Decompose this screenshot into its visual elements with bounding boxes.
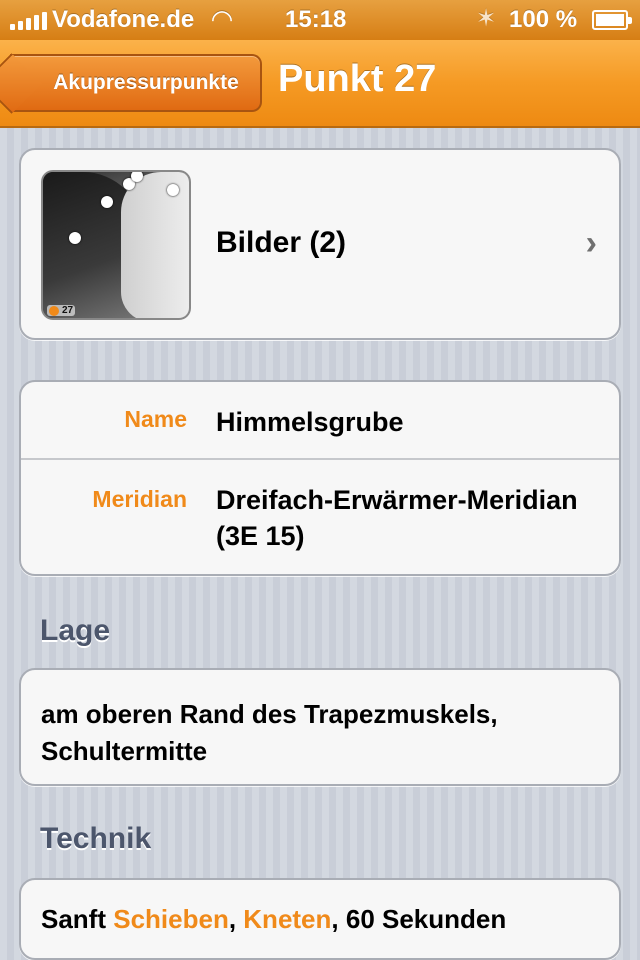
images-cell[interactable]: 27 Bilder (2) › <box>19 148 621 340</box>
back-button[interactable]: Akupressurpunkte <box>10 54 262 112</box>
lage-text: am oberen Rand des Trapezmuskels, Schult… <box>41 699 498 766</box>
technik-link-kneten[interactable]: Kneten <box>243 904 331 934</box>
technik-suffix: , 60 Sekunden <box>331 904 507 934</box>
bluetooth-icon: ✶ <box>476 5 497 32</box>
thumbnail-badge: 27 <box>47 305 76 316</box>
signal-icon <box>10 12 47 30</box>
technik-card: Sanft Schieben, Kneten, 60 Sekunden <box>19 878 621 960</box>
status-bar: Vodafone.de ◠ 15:18 ✶ 100 % <box>0 0 640 40</box>
carrier-label: Vodafone.de <box>52 6 195 33</box>
name-key: Name <box>124 406 187 432</box>
back-button-label: Akupressurpunkte <box>53 71 239 94</box>
info-table: Name Himmelsgrube Meridian Dreifach-Erwä… <box>19 380 621 576</box>
thumbnail-point-dot <box>69 232 81 244</box>
technik-text: Sanft Schieben, Kneten, 60 Sekunden <box>41 904 506 935</box>
name-row: Name Himmelsgrube <box>21 382 619 460</box>
meridian-key: Meridian <box>92 486 187 512</box>
technik-prefix: Sanft <box>41 904 114 934</box>
thumbnail-face <box>121 172 189 318</box>
lage-card: am oberen Rand des Trapezmuskels, Schult… <box>19 668 621 786</box>
navigation-bar: Akupressurpunkte Punkt 27 <box>0 40 640 128</box>
technik-heading: Technik <box>40 822 152 855</box>
thumbnail-point-dot <box>101 196 113 208</box>
thumbnail-point-dot <box>167 184 179 196</box>
images-label: Bilder (2) <box>216 226 347 259</box>
thumbnail-point-dot <box>131 172 143 182</box>
lage-heading: Lage <box>40 614 111 647</box>
page-title: Punkt 27 <box>278 58 437 100</box>
meridian-value: Dreifach-Erwärmer-Meridian (3E 15) <box>216 485 578 551</box>
battery-percent: 100 % <box>509 6 578 33</box>
point-thumbnail[interactable]: 27 <box>41 170 191 320</box>
meridian-row: Meridian Dreifach-Erwärmer-Meridian (3E … <box>21 460 619 574</box>
battery-icon <box>592 10 632 30</box>
thumbnail-badge-number: 27 <box>62 305 74 316</box>
orange-dot-icon <box>49 305 59 316</box>
status-time: 15:18 <box>285 6 347 33</box>
chevron-right-icon: › <box>585 224 597 262</box>
technik-separator: , <box>228 904 244 934</box>
technik-link-schieben[interactable]: Schieben <box>113 904 229 934</box>
name-value: Himmelsgrube <box>216 407 404 437</box>
wifi-icon: ◠ <box>212 4 232 34</box>
